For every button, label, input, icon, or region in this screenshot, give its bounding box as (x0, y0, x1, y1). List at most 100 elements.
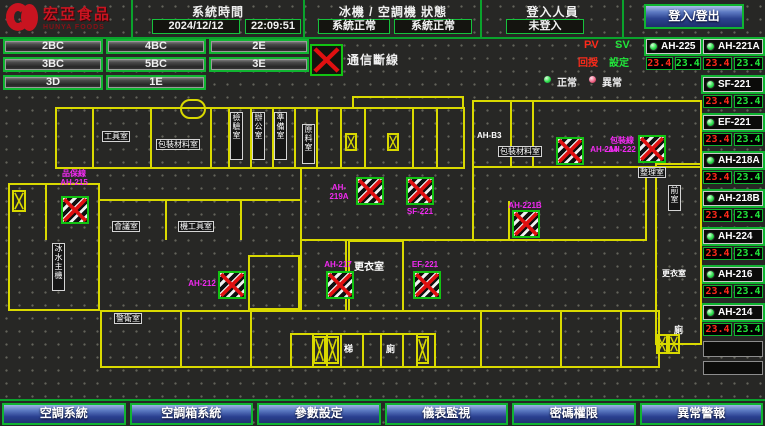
offline-ahu-icon[interactable] (556, 137, 584, 165)
wall (620, 311, 622, 367)
wall (340, 334, 342, 367)
wall (165, 201, 167, 240)
floor-button-2bc[interactable]: 2BC (3, 39, 103, 54)
pv-value: 23.4 (646, 57, 673, 70)
offline-ahu-icon[interactable] (326, 271, 354, 299)
pv-value: 23.4 (703, 57, 732, 70)
wall (532, 101, 534, 167)
header-divider (131, 0, 133, 37)
wall (480, 311, 482, 367)
nav-button-password-auth[interactable]: 密碼權限 (512, 403, 636, 425)
floor-button-3d[interactable]: 3D (3, 75, 103, 90)
offline-ahu-icon[interactable] (356, 177, 384, 205)
room-label-toilet2: 廁 (674, 323, 683, 336)
login-user-value: 未登入 (506, 19, 584, 34)
unit-led-icon (649, 42, 658, 51)
unit-label: AH-221A (718, 41, 760, 52)
nav-button-param-settings[interactable]: 參數設定 (257, 403, 381, 425)
unit-led-icon (706, 308, 715, 317)
unit-ah-225[interactable]: AH-225 (646, 39, 701, 54)
brand-logo-icon (6, 3, 38, 31)
unit-label: AH-216 (718, 269, 752, 280)
header-divider (303, 0, 305, 37)
wall (248, 255, 300, 310)
room-label-chiller-room: 冰水主機 (52, 243, 65, 291)
nav-button-ahu-system[interactable]: 空調箱系統 (130, 403, 254, 425)
unit-sf-221[interactable]: SF-221 (703, 77, 763, 92)
header-divider (622, 0, 624, 37)
room-label-stair: 梯 (344, 342, 353, 355)
unit-values: 23.423.4 (703, 323, 763, 336)
unit-ef-221[interactable]: EF-221 (703, 115, 763, 130)
wall (316, 108, 318, 168)
pv-value: 23.4 (703, 209, 732, 222)
nav-button-alarm[interactable]: 異常警報 (640, 403, 764, 425)
floor-button-4bc[interactable]: 4BC (106, 39, 206, 54)
unit-ah-224[interactable]: AH-224 (703, 229, 763, 244)
room-label-meeting-room: 會議室 (112, 221, 140, 232)
offline-legend-icon (310, 44, 343, 76)
floor-button-1e[interactable]: 1E (106, 75, 206, 90)
unit-led-icon (706, 194, 715, 203)
wall (348, 240, 404, 312)
offline-ahu-icon[interactable] (406, 177, 434, 205)
unit-led-icon (706, 232, 715, 241)
stair-x-icon (416, 336, 429, 364)
system-date-value: 2024/12/12 (152, 19, 240, 34)
sv-value: 23.4 (734, 323, 763, 336)
abnormal-legend-label: 異常 (602, 74, 622, 89)
offline-unit-label: AH-212 (188, 279, 216, 288)
offline-ahu-icon[interactable] (512, 210, 540, 238)
wall (362, 334, 364, 367)
unit-led-icon (706, 118, 715, 127)
unit-ah-216[interactable]: AH-216 (703, 267, 763, 282)
login-logout-button[interactable]: 登入/登出 (644, 4, 744, 29)
chiller-status-value: 系統正常 (318, 19, 390, 34)
floor-button-5bc[interactable]: 5BC (106, 57, 206, 72)
normal-legend-label: 正常 (557, 74, 577, 89)
offline-ahu-icon[interactable] (413, 271, 441, 299)
offline-ahu-icon[interactable] (218, 271, 246, 299)
offline-legend-label: 通信斷線 (347, 51, 399, 68)
offline-unit-line1: AH-217 (324, 260, 352, 269)
room-label-packing-room2: 包裝材料室 (498, 146, 542, 157)
unit-label: AH-225 (661, 41, 695, 52)
floor-button-2e[interactable]: 2E (209, 39, 309, 54)
nav-button-meter-monitor[interactable]: 儀表監視 (385, 403, 509, 425)
room-label-strip1: 檢驗室 (230, 112, 243, 160)
room-label-locker-room: 更衣室 (354, 258, 384, 273)
offline-ahu-icon[interactable] (61, 196, 89, 224)
sv-value: 23.4 (734, 133, 763, 146)
offline-unit-line2: AH-222 (608, 145, 636, 154)
wall (436, 108, 438, 168)
unit-ah-218a[interactable]: AH-218A (703, 153, 763, 168)
unit-ah-221a[interactable]: AH-221A (703, 39, 763, 54)
pv-value: 23.4 (703, 95, 732, 108)
unit-values: 23.423.4 (703, 133, 763, 146)
unit-values: 23.423.4 (703, 57, 763, 70)
wall (402, 334, 404, 367)
unit-label: AH-218B (718, 193, 760, 204)
stair-x-icon (656, 334, 668, 354)
unit-values: 23.423.4 (703, 171, 763, 184)
bottom-nav: 空調系統 空調箱系統 參數設定 儀表監視 密碼權限 異常警報 (0, 402, 765, 426)
pv-legend: PV (584, 39, 599, 51)
offline-unit-line1: EF-221 (412, 260, 438, 269)
unit-ah-218b[interactable]: AH-218B (703, 191, 763, 206)
unit-ah-214[interactable]: AH-214 (703, 305, 763, 320)
offline-unit-line1: 包裝線 (610, 136, 634, 145)
sv-value: 23.4 (675, 57, 702, 70)
system-time-label: 系統時間 (134, 3, 302, 20)
floor-button-3bc[interactable]: 3BC (3, 57, 103, 72)
stair-x-icon (12, 190, 26, 212)
wall (100, 199, 300, 201)
sv-value: 23.4 (734, 171, 763, 184)
floor-button-3e[interactable]: 3E (209, 57, 309, 72)
header-divider (480, 0, 482, 37)
nav-button-ac-system[interactable]: 空調系統 (2, 403, 126, 425)
offline-ahu-icon[interactable] (638, 135, 666, 163)
normal-led-icon (543, 75, 552, 84)
unit-values: 23.423.4 (703, 95, 763, 108)
room-label-strip2: 辦公室 (252, 112, 265, 160)
wall (150, 108, 152, 168)
